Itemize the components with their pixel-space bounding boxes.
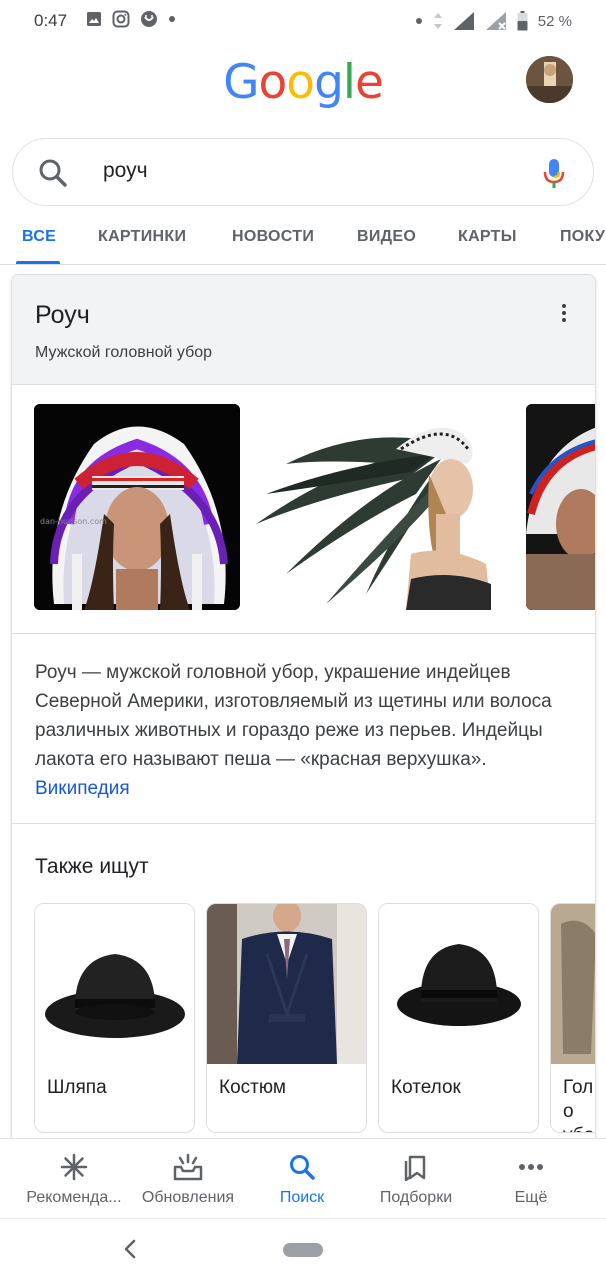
more-notifications-dot-icon (169, 16, 175, 22)
nav-collections[interactable]: Подборки (356, 1139, 476, 1219)
entity-subtitle: Мужской головной убор (35, 344, 213, 361)
logo-letter: e (354, 55, 384, 110)
nav-label: Поиск (279, 1189, 325, 1206)
search-input[interactable] (103, 159, 503, 183)
google-logo[interactable]: Google (0, 54, 606, 110)
also-searched-card[interactable]: Костюм (206, 903, 367, 1133)
knowledge-panel: Роуч Мужской головной убор dan-hudson.co… (11, 274, 596, 1144)
also-searched-label: Костюм (219, 1077, 286, 1098)
nav-updates[interactable]: Обновления (128, 1139, 248, 1219)
knowledge-panel-header: Роуч Мужской головной убор (12, 275, 595, 385)
signal-icon (453, 12, 474, 30)
also-searched-image (35, 904, 194, 1064)
status-time: 0:47 (34, 11, 68, 30)
wikipedia-link[interactable]: Википедия (35, 778, 130, 799)
also-searched-title: Также ищут (35, 855, 149, 878)
account-avatar[interactable] (526, 56, 573, 103)
nav-label: Подборки (379, 1189, 453, 1206)
back-chevron-icon[interactable] (122, 1237, 138, 1261)
logo-letter: G (223, 55, 259, 110)
tab-all[interactable]: ВСЕ (22, 228, 56, 246)
headdress-photo-3 (526, 404, 595, 610)
notification-icons (86, 10, 176, 28)
roach-image-3[interactable] (526, 404, 595, 610)
entity-title: Роуч (35, 301, 90, 329)
tab-news[interactable]: НОВОСТИ (232, 228, 314, 246)
also-searched-image (551, 904, 595, 1064)
also-searched-label: Котелок (391, 1077, 461, 1098)
search-icon (290, 1155, 315, 1180)
headdress-photo-2 (246, 404, 520, 610)
search-bar[interactable] (12, 138, 594, 206)
also-searched-card[interactable]: Котелок (378, 903, 539, 1133)
logo-letter: l (342, 55, 356, 110)
entity-description: Роуч — мужской головной убор, украшение … (35, 658, 580, 803)
avatar-photo (526, 56, 573, 103)
more-horiz-icon (519, 1164, 543, 1170)
signal-no-data-icon (485, 12, 506, 30)
nav-label: Ещё (514, 1189, 548, 1206)
tab-images[interactable]: КАРТИНКИ (98, 228, 186, 246)
logo-letter: o (286, 55, 315, 110)
nav-search[interactable]: Поиск (242, 1139, 362, 1219)
image-notification-icon (87, 12, 101, 26)
description-text: Роуч — мужской головной убор, украшение … (35, 662, 552, 770)
also-searched-label: Шляпа (47, 1077, 107, 1098)
tab-videos[interactable]: ВИДЕО (357, 228, 416, 246)
nav-discover[interactable]: Рекоменда... (14, 1139, 134, 1219)
also-searched-image (207, 904, 366, 1064)
logo-letter: o (258, 55, 288, 110)
collections-icon (404, 1155, 426, 1181)
search-icon[interactable] (37, 157, 69, 189)
also-searched-carousel: Шляпа Костюм Котелок Голо (34, 903, 595, 1143)
data-arrows-icon (433, 13, 442, 29)
also-searched-card[interactable]: Шляпа (34, 903, 195, 1133)
home-pill[interactable] (283, 1243, 323, 1257)
logo-letter: g (314, 55, 344, 110)
tab-shopping[interactable]: ПОКУ (560, 228, 605, 246)
nav-label: Рекоменда... (26, 1189, 122, 1206)
microphone-icon[interactable] (543, 158, 565, 190)
entity-images: dan-hudson.com (34, 404, 595, 612)
section-divider (12, 633, 595, 634)
more-options-icon[interactable] (552, 301, 576, 325)
nav-more[interactable]: Ещё (471, 1139, 591, 1219)
instagram-notification-icon (112, 10, 130, 28)
headdress-photo-1: dan-hudson.com (34, 404, 240, 610)
dot-icon (415, 18, 422, 24)
image-watermark: dan-hudson.com (40, 517, 107, 526)
nav-label: Обновления (141, 1189, 235, 1206)
section-divider (12, 823, 595, 824)
search-tabs: ВСЕ КАРТИНКИ НОВОСТИ ВИДЕО КАРТЫ ПОКУ (0, 212, 606, 264)
roach-image-2[interactable] (246, 404, 520, 610)
system-navigation-bar (0, 1218, 606, 1280)
app-notification-icon (141, 11, 157, 27)
battery-icon (517, 11, 528, 31)
status-bar: 0:47 52 % (0, 0, 606, 44)
battery-percent: 52 % (537, 12, 572, 30)
also-searched-label: Голо убор (563, 1077, 594, 1132)
updates-icon (173, 1153, 203, 1181)
roach-image-1[interactable]: dan-hudson.com (34, 404, 240, 610)
also-searched-image (379, 904, 538, 1064)
tab-maps[interactable]: КАРТЫ (458, 228, 517, 246)
asterisk-icon (60, 1153, 88, 1181)
also-searched-card[interactable]: Голо убор (550, 903, 595, 1133)
status-right: 52 % (415, 11, 572, 31)
tabs-divider (0, 264, 606, 265)
bottom-navigation: Рекоменда... Обновления Поиск Подборки Е… (0, 1138, 606, 1218)
